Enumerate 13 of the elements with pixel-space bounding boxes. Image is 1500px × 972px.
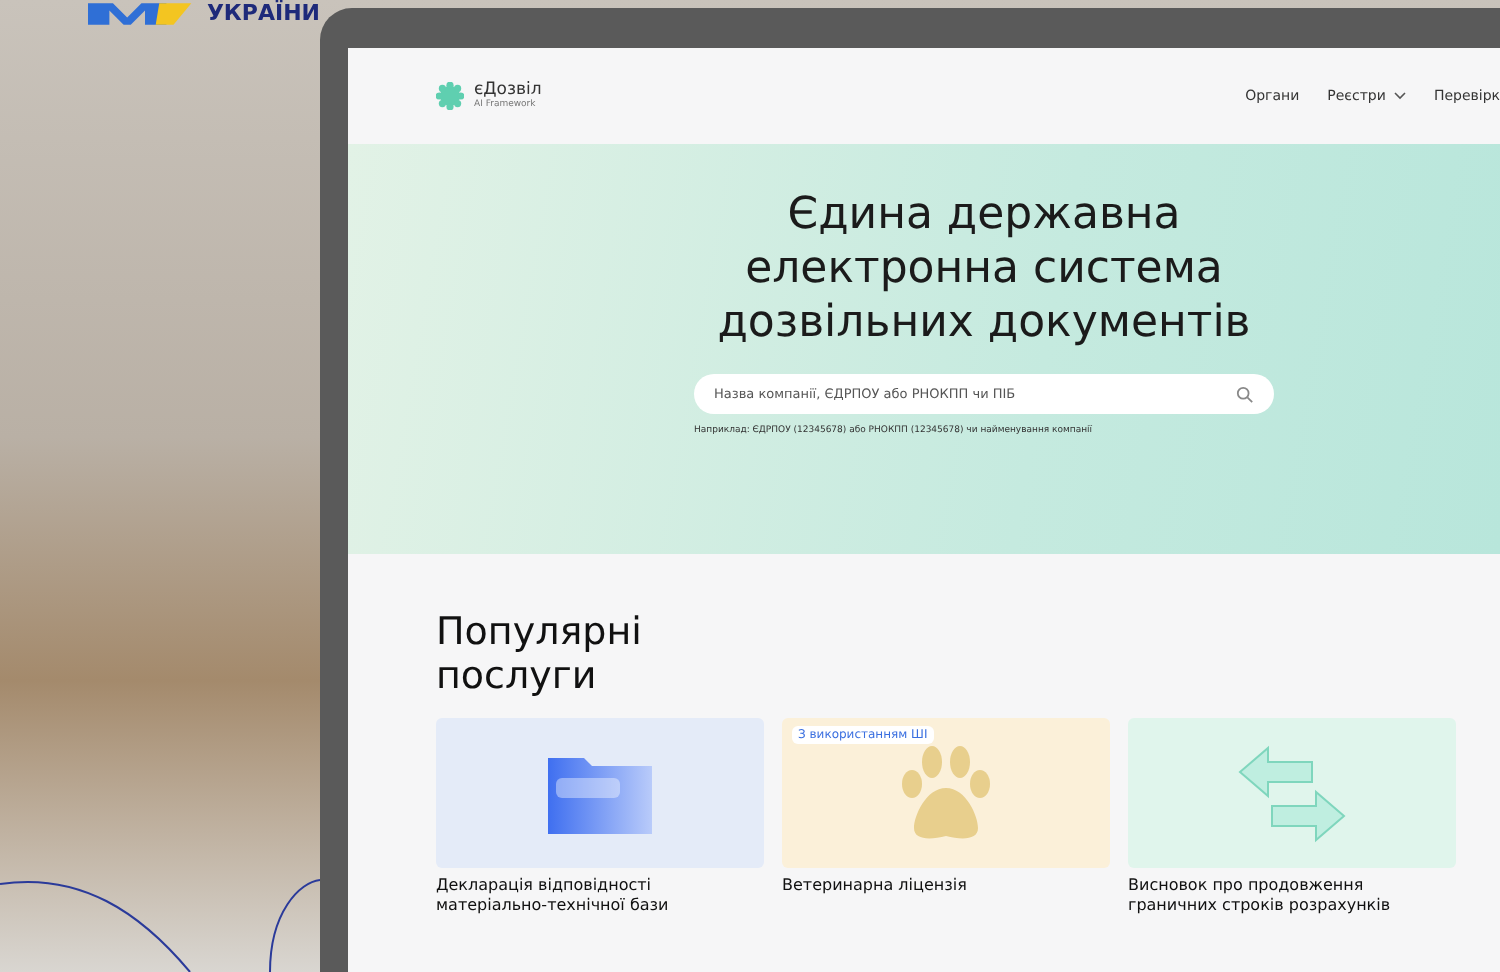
chevron-down-icon <box>1393 92 1406 100</box>
service-title[interactable]: Декларація відповідності матеріально-технічної бази <box>436 876 764 916</box>
logo-text: УКРАЇНИ <box>206 2 320 26</box>
brand-name[interactable]: єДозвіл <box>474 80 542 100</box>
paw-icon <box>896 743 996 843</box>
logo-mark-icon <box>88 2 195 26</box>
swap-arrows-icon <box>1236 743 1348 843</box>
service-title[interactable]: Висновок про продовження граничних строків розрахунків <box>1128 876 1456 916</box>
service-title[interactable]: Ветеринарна ліцензія <box>782 876 1110 896</box>
gear-icon <box>436 82 464 110</box>
section-title: Популярні послуги <box>436 610 644 698</box>
search-icon <box>1236 385 1254 403</box>
hero-title: Єдина державна електронна система дозвільних документів <box>717 188 1251 350</box>
